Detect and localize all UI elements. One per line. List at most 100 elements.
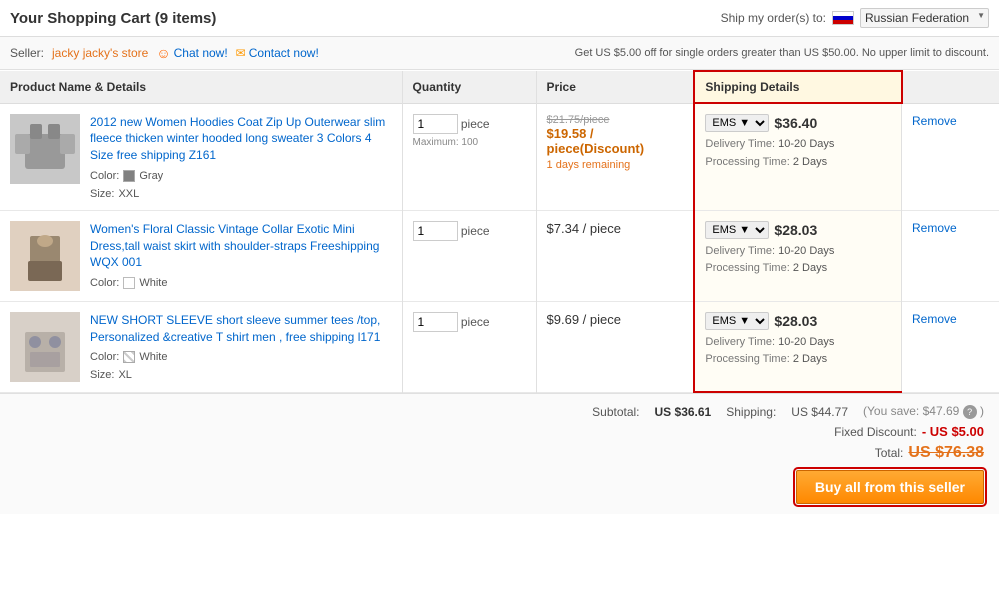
product-info-1: 2012 new Women Hoodies Coat Zip Up Outer… <box>90 114 392 200</box>
qty-input-1[interactable] <box>413 114 458 134</box>
color-swatch-3 <box>123 351 135 363</box>
delivery-time-2: 10-20 Days <box>778 245 834 257</box>
cart-table: Product Name & Details Quantity Price Sh… <box>0 70 999 393</box>
buy-button-row: Buy all from this seller <box>15 470 984 504</box>
shipping-method-select-3[interactable]: EMS ▼ <box>705 312 769 330</box>
seller-name-link[interactable]: jacky jacky's store <box>52 46 148 60</box>
ship-to-section: Ship my order(s) to: Russian Federation <box>721 8 989 28</box>
product-title-3[interactable]: NEW SHORT SLEEVE short sleeve summer tee… <box>90 312 392 346</box>
action-cell-3: Remove <box>902 301 999 392</box>
color-swatch-2 <box>123 277 135 289</box>
seller-info: Seller: jacky jacky's store ☺ Chat now! … <box>10 45 319 61</box>
action-cell-1: Remove <box>902 103 999 210</box>
product-title-2[interactable]: Women's Floral Classic Vintage Collar Ex… <box>90 221 392 271</box>
size-label-3: Size: <box>90 369 114 381</box>
shipping-method-select-2[interactable]: EMS ▼ <box>705 221 769 239</box>
processing-time-2: 2 Days <box>793 262 827 274</box>
page-title: Your Shopping Cart (9 items) <box>10 10 216 27</box>
qty-unit-3: piece <box>461 315 490 329</box>
fixed-discount-label: Fixed Discount: <box>834 425 917 439</box>
contact-now-button[interactable]: ✉ Contact now! <box>236 46 319 60</box>
table-row: Women's Floral Classic Vintage Collar Ex… <box>0 210 999 301</box>
savings-label: (You save: $47.69 <box>863 404 959 418</box>
product-cell-1: 2012 new Women Hoodies Coat Zip Up Outer… <box>0 103 402 210</box>
buy-all-button[interactable]: Buy all from this seller <box>796 470 984 504</box>
col-header-quantity: Quantity <box>402 71 536 103</box>
col-header-price: Price <box>536 71 694 103</box>
delivery-time-3: 10-20 Days <box>778 336 834 348</box>
product-info-3: NEW SHORT SLEEVE short sleeve summer tee… <box>90 312 392 382</box>
shipping-price-2: $28.03 <box>774 222 817 238</box>
product-image-3 <box>10 312 80 382</box>
regular-price-2: $7.34 / piece <box>547 221 684 236</box>
remaining-1: 1 days remaining <box>547 159 684 171</box>
qty-max-1: Maximum: 100 <box>413 137 526 148</box>
product-color-1: Color: Gray <box>90 170 392 182</box>
product-title-1[interactable]: 2012 new Women Hoodies Coat Zip Up Outer… <box>90 114 392 164</box>
color-swatch-1 <box>123 170 135 182</box>
fixed-discount-value: - US $5.00 <box>922 424 984 439</box>
delivery-label-3: Delivery Time: <box>705 336 778 348</box>
shipping-select-wrapper-3: EMS ▼ $28.03 <box>705 312 891 330</box>
product-thumb-3 <box>10 312 80 382</box>
total-row: Total: US $76.38 <box>15 444 984 462</box>
processing-label-3: Processing Time: <box>705 353 792 365</box>
savings-help-icon[interactable]: ? <box>963 405 977 419</box>
discount-row: Fixed Discount: - US $5.00 <box>15 424 984 439</box>
remove-button-1[interactable]: Remove <box>912 114 957 128</box>
subtotal-value: US $36.61 <box>655 405 712 419</box>
shipping-details-1: Delivery Time: 10-20 Days Processing Tim… <box>705 136 891 171</box>
contact-label: Contact now! <box>249 46 319 60</box>
product-size-3: Size: XL <box>90 369 392 381</box>
qty-cell-1: piece Maximum: 100 <box>402 103 536 210</box>
discount-price-1: $19.58 / piece(Discount) <box>547 126 684 156</box>
shipping-cell-1: EMS ▼ $36.40 Delivery Time: 10-20 Days P… <box>694 103 901 210</box>
product-cell-2: Women's Floral Classic Vintage Collar Ex… <box>0 210 402 301</box>
shipping-select-wrapper-1: EMS ▼ $36.40 <box>705 114 891 132</box>
shipping-price-1: $36.40 <box>774 115 817 131</box>
table-row: 2012 new Women Hoodies Coat Zip Up Outer… <box>0 103 999 210</box>
total-value: US $76.38 <box>908 444 984 462</box>
shipping-details-3: Delivery Time: 10-20 Days Processing Tim… <box>705 334 891 369</box>
seller-bar: Seller: jacky jacky's store ☺ Chat now! … <box>0 37 999 70</box>
color-label-2: Color: <box>90 277 119 289</box>
shipping-method-select-1[interactable]: EMS ▼ <box>705 114 769 132</box>
qty-input-3[interactable] <box>413 312 458 332</box>
table-header-row: Product Name & Details Quantity Price Sh… <box>0 71 999 103</box>
total-label: Total: <box>875 446 904 460</box>
processing-label-1: Processing Time: <box>705 156 792 168</box>
color-value-3: White <box>139 351 167 363</box>
color-label-1: Color: <box>90 170 119 182</box>
qty-cell-2: piece <box>402 210 536 301</box>
shipping-summary-value: US $44.77 <box>791 405 848 419</box>
qty-cell-3: piece <box>402 301 536 392</box>
delivery-time-1: 10-20 Days <box>778 138 834 150</box>
size-label-1: Size: <box>90 188 114 200</box>
russia-flag-icon <box>832 11 854 25</box>
col-header-product: Product Name & Details <box>0 71 402 103</box>
delivery-label-1: Delivery Time: <box>705 138 778 150</box>
qty-unit-2: piece <box>461 224 490 238</box>
country-select-wrapper[interactable]: Russian Federation <box>860 8 989 28</box>
product-thumb-1 <box>10 114 80 184</box>
ship-label: Ship my order(s) to: <box>721 11 826 25</box>
col-header-shipping: Shipping Details <box>694 71 901 103</box>
country-select[interactable]: Russian Federation <box>860 8 989 28</box>
chat-now-button[interactable]: ☺ Chat now! <box>156 45 227 61</box>
chat-label: Chat now! <box>174 46 228 60</box>
savings-close: ) <box>980 404 984 418</box>
seller-label: Seller: <box>10 46 44 60</box>
shipping-details-2: Delivery Time: 10-20 Days Processing Tim… <box>705 243 891 278</box>
remove-button-2[interactable]: Remove <box>912 221 957 235</box>
processing-time-3: 2 Days <box>793 353 827 365</box>
qty-input-2[interactable] <box>413 221 458 241</box>
price-cell-1: $21.75/piece $19.58 / piece(Discount) 1 … <box>536 103 694 210</box>
product-thumb-2 <box>10 221 80 291</box>
shipping-cell-2: EMS ▼ $28.03 Delivery Time: 10-20 Days P… <box>694 210 901 301</box>
color-label-3: Color: <box>90 351 119 363</box>
shipping-price-3: $28.03 <box>774 313 817 329</box>
delivery-label-2: Delivery Time: <box>705 245 778 257</box>
color-value-1: Gray <box>139 170 163 182</box>
remove-button-3[interactable]: Remove <box>912 312 957 326</box>
processing-time-1: 2 Days <box>793 156 827 168</box>
